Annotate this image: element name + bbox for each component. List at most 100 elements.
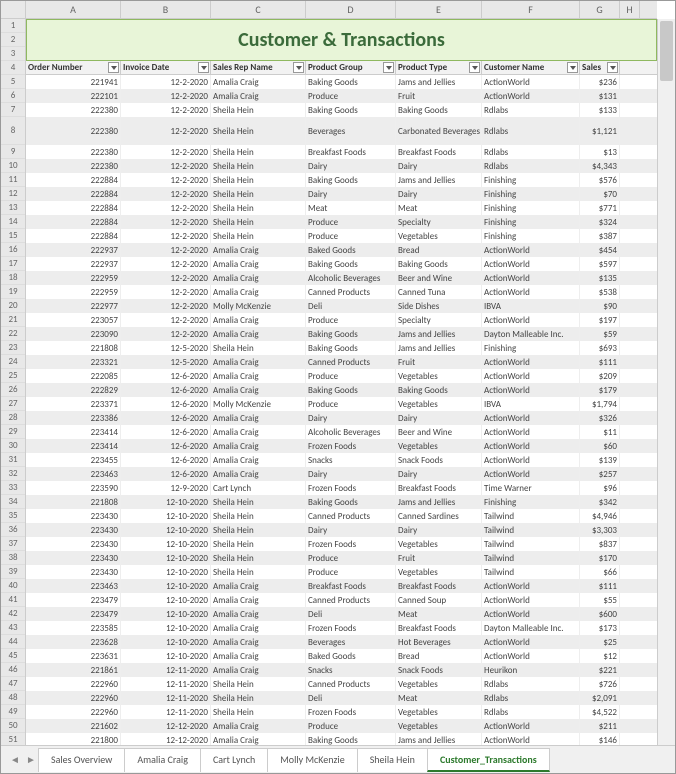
cell[interactable]: 221602 [26,719,121,733]
cell[interactable]: Baking Goods [306,257,396,271]
cell[interactable]: Produce [306,719,396,733]
cell[interactable]: 223455 [26,453,121,467]
table-row[interactable]: 22288412-2-2020Sheila HeinProduceSpecial… [26,215,657,229]
cell[interactable]: Amalia Craig [211,607,306,621]
cell[interactable]: 12-6-2020 [121,425,211,439]
cell[interactable]: Produce [306,397,396,411]
cell[interactable]: Rdlabs [482,145,580,159]
cell[interactable]: $4,522 [580,705,620,719]
cell[interactable]: 222380 [26,103,121,117]
cell[interactable]: $2,091 [580,691,620,705]
cell[interactable]: ActionWorld [482,383,580,397]
cell[interactable]: 12-6-2020 [121,397,211,411]
cell[interactable]: Alcoholic Beverages [306,271,396,285]
row-header[interactable]: 44 [1,635,25,649]
cell[interactable]: 223430 [26,509,121,523]
cell[interactable]: Vegetables [396,537,482,551]
cell[interactable]: Specialty [396,313,482,327]
cell[interactable]: Jams and Jellies [396,173,482,187]
table-row[interactable]: 22347912-10-2020Amalia CraigDeliMeatActi… [26,607,657,621]
cell[interactable]: $837 [580,537,620,551]
cell[interactable]: Dairy [396,523,482,537]
cell[interactable]: 12-2-2020 [121,327,211,341]
cell[interactable]: $11 [580,425,620,439]
cell[interactable]: 12-12-2020 [121,733,211,745]
cell[interactable]: Vegetables [396,397,482,411]
cell[interactable]: Breakfast Foods [306,145,396,159]
cell[interactable]: 223414 [26,439,121,453]
table-row[interactable]: 22295912-2-2020Amalia CraigAlcoholic Bev… [26,271,657,285]
cell[interactable]: 12-10-2020 [121,565,211,579]
cell[interactable]: Dairy [396,187,482,201]
cell[interactable]: 221808 [26,495,121,509]
corner-cell[interactable] [1,1,26,18]
table-row[interactable]: 22186112-11-2020Amalia CraigSnacksSnack … [26,663,657,677]
cell[interactable]: Amalia Craig [211,733,306,745]
table-row[interactable]: 22293712-2-2020Amalia CraigBaking GoodsB… [26,257,657,271]
cell[interactable]: $1,121 [580,117,620,145]
sheet-tab[interactable]: Customer_Transactions [427,748,550,772]
row-header[interactable]: 1 [1,19,25,33]
row-header[interactable]: 26 [1,383,25,397]
cell[interactable]: 12-6-2020 [121,383,211,397]
cell[interactable]: Jams and Jellies [396,75,482,89]
row-header[interactable]: 31 [1,453,25,467]
cell[interactable]: 12-2-2020 [121,75,211,89]
row-header[interactable]: 34 [1,495,25,509]
cell[interactable]: $70 [580,187,620,201]
cell[interactable]: Sheila Hein [211,509,306,523]
cell[interactable]: Canned Products [306,509,396,523]
cell[interactable]: 12-10-2020 [121,649,211,663]
cell[interactable]: ActionWorld [482,355,580,369]
row-header[interactable]: 36 [1,523,25,537]
cell[interactable]: 12-5-2020 [121,341,211,355]
cell[interactable]: 12-2-2020 [121,257,211,271]
cell[interactable]: $342 [580,495,620,509]
row-header[interactable]: 25 [1,369,25,383]
cell[interactable]: 12-10-2020 [121,537,211,551]
cell[interactable]: ActionWorld [482,607,580,621]
cell[interactable]: 12-11-2020 [121,691,211,705]
cell[interactable]: Beer and Wine [396,425,482,439]
row-header[interactable]: 51 [1,733,25,745]
cell[interactable]: Frozen Foods [306,621,396,635]
cell[interactable]: $60 [580,439,620,453]
cell[interactable]: $693 [580,341,620,355]
table-row[interactable]: 22180812-5-2020Sheila HeinBaking GoodsJa… [26,341,657,355]
cell[interactable]: Rdlabs [482,677,580,691]
table-row[interactable]: 22160212-12-2020Amalia CraigProduceVeget… [26,719,657,733]
row-header[interactable]: 27 [1,397,25,411]
cell[interactable]: Tailwind [482,537,580,551]
table-row[interactable]: 22332112-5-2020Amalia CraigCanned Produc… [26,355,657,369]
cell[interactable]: Cart Lynch [211,481,306,495]
table-row[interactable]: 22296012-11-2020Sheila HeinFrozen FoodsV… [26,705,657,719]
cell[interactable]: ActionWorld [482,411,580,425]
cell[interactable]: $538 [580,285,620,299]
cell[interactable]: Meat [396,201,482,215]
cell[interactable]: Vegetables [396,719,482,733]
cell[interactable]: Baked Goods [306,649,396,663]
cell[interactable]: ActionWorld [482,89,580,103]
cell[interactable]: ActionWorld [482,271,580,285]
row-header[interactable]: 9 [1,145,25,159]
cell[interactable]: $600 [580,607,620,621]
cell[interactable]: Sheila Hein [211,677,306,691]
cell[interactable]: 12-2-2020 [121,187,211,201]
row-header[interactable]: 33 [1,481,25,495]
cell[interactable]: 12-2-2020 [121,173,211,187]
cell[interactable]: Finishing [482,187,580,201]
table-row[interactable]: 22343012-10-2020Sheila HeinFrozen FoodsV… [26,537,657,551]
cell[interactable]: 12-2-2020 [121,285,211,299]
cell[interactable]: Baking Goods [306,495,396,509]
cell[interactable]: Amalia Craig [211,89,306,103]
cell[interactable]: 12-2-2020 [121,145,211,159]
col-header[interactable]: E [396,1,482,18]
cell[interactable]: $12 [580,649,620,663]
row-header[interactable]: 15 [1,229,25,243]
cell[interactable]: $4,343 [580,159,620,173]
row-header[interactable]: 6 [1,89,25,103]
cell[interactable]: Rdlabs [482,159,580,173]
cell[interactable]: $387 [580,229,620,243]
cell[interactable]: $211 [580,719,620,733]
cell[interactable]: Jams and Jellies [396,733,482,745]
